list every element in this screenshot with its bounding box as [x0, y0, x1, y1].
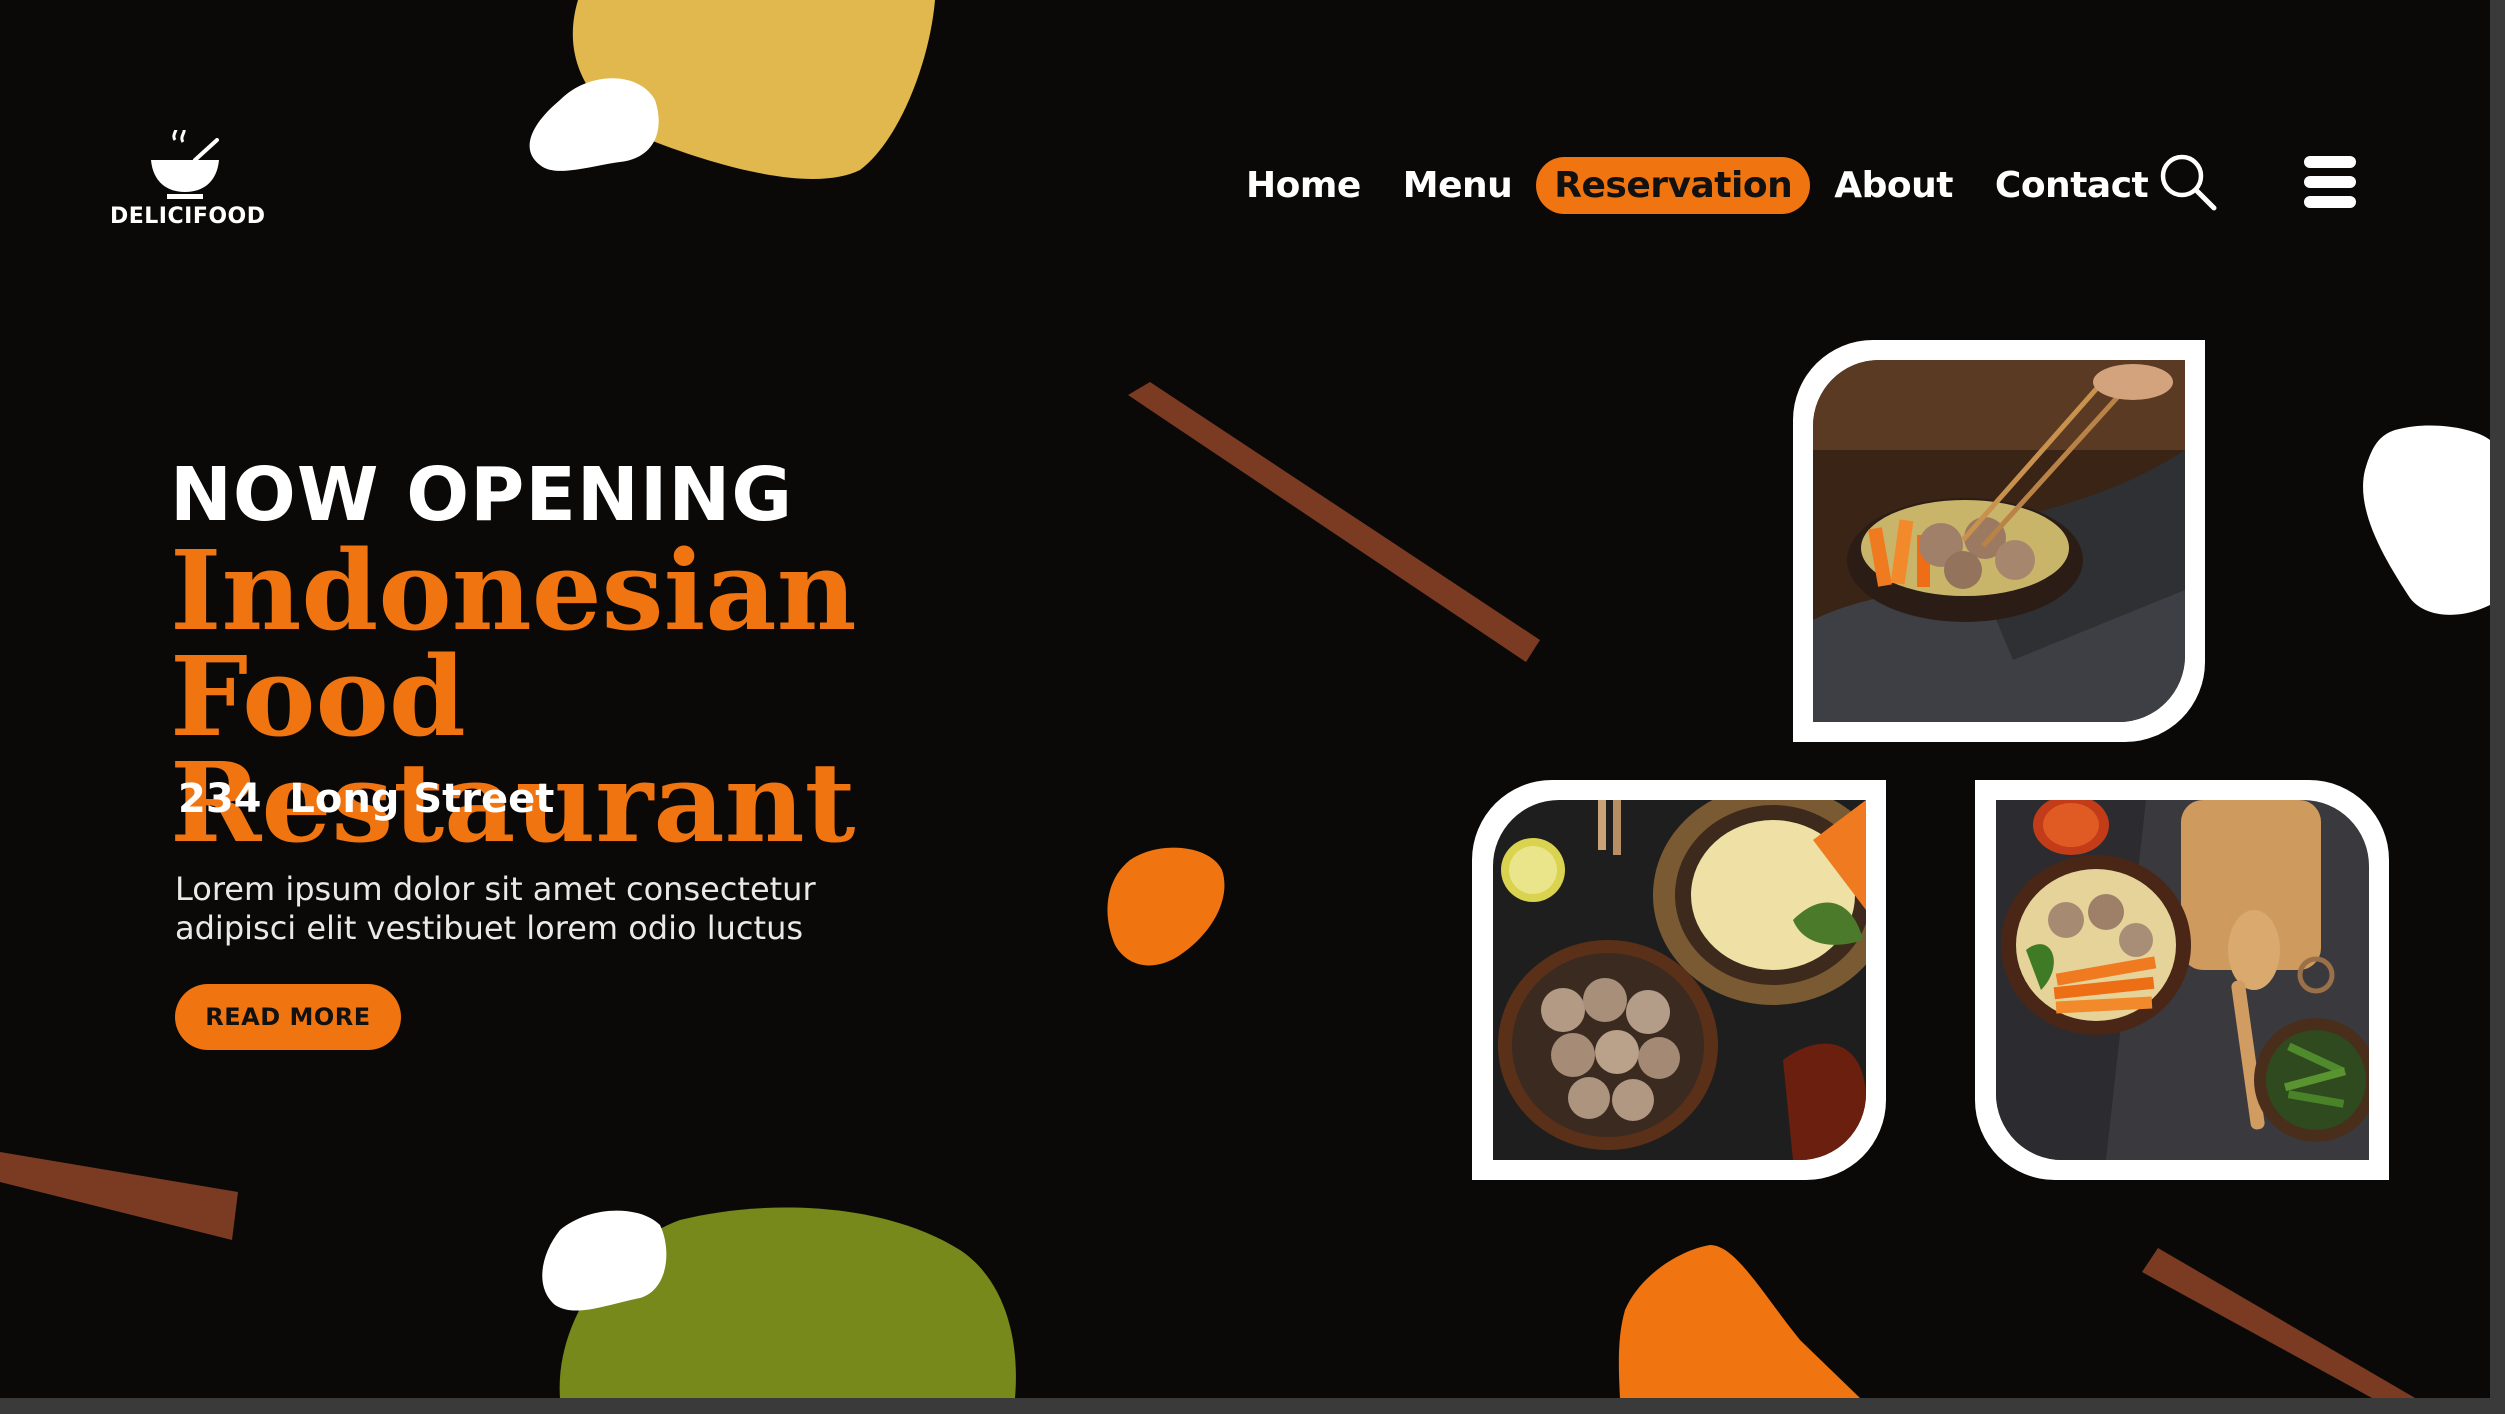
main-nav: Home Menu Reservation About Contact — [1225, 152, 2169, 218]
chopstick-diagonal — [1128, 382, 1540, 662]
hero-description-line1: Lorem ipsum dolor sit amet consectetur — [175, 870, 816, 908]
bowl-icon — [110, 130, 260, 202]
chopstick-bottom-left — [0, 1152, 238, 1240]
hero-title-line1: Indonesian Food — [170, 526, 857, 761]
brand-logo[interactable]: DELICIFOOD — [110, 130, 266, 229]
search-icon[interactable] — [2158, 152, 2218, 212]
nav-item-home[interactable]: Home — [1228, 157, 1379, 214]
nav-item-reservation[interactable]: Reservation — [1536, 156, 1811, 214]
meatballs-noodles-photo — [1493, 800, 1866, 1160]
orange-blob-middle — [1107, 847, 1225, 966]
hero-description-line2: adipisci elit vestibuet lorem odio luctu… — [175, 909, 804, 947]
orange-blob-bottom — [1618, 1245, 1860, 1398]
white-blob-right — [2363, 425, 2490, 615]
hero-description: Lorem ipsum dolor sit amet consectetur a… — [175, 870, 895, 948]
hamburger-menu-icon[interactable] — [2302, 154, 2358, 210]
logo-text: DELICIFOOD — [110, 204, 266, 229]
read-more-button[interactable]: READ MORE — [175, 984, 401, 1050]
meatball-bowl-spoon-photo — [1996, 800, 2369, 1160]
nav-item-contact[interactable]: Contact — [1977, 157, 2166, 214]
meatball-soup-chopsticks-photo — [1813, 360, 2185, 722]
landing-page: DELICIFOOD Home Menu Reservation About C… — [0, 0, 2490, 1398]
white-blob-top — [529, 78, 659, 171]
hero-address: 234 Long Street — [178, 776, 555, 822]
chopstick-bottom-right — [2142, 1248, 2415, 1398]
nav-item-about[interactable]: About — [1816, 157, 1971, 214]
nav-item-menu[interactable]: Menu — [1385, 157, 1531, 214]
